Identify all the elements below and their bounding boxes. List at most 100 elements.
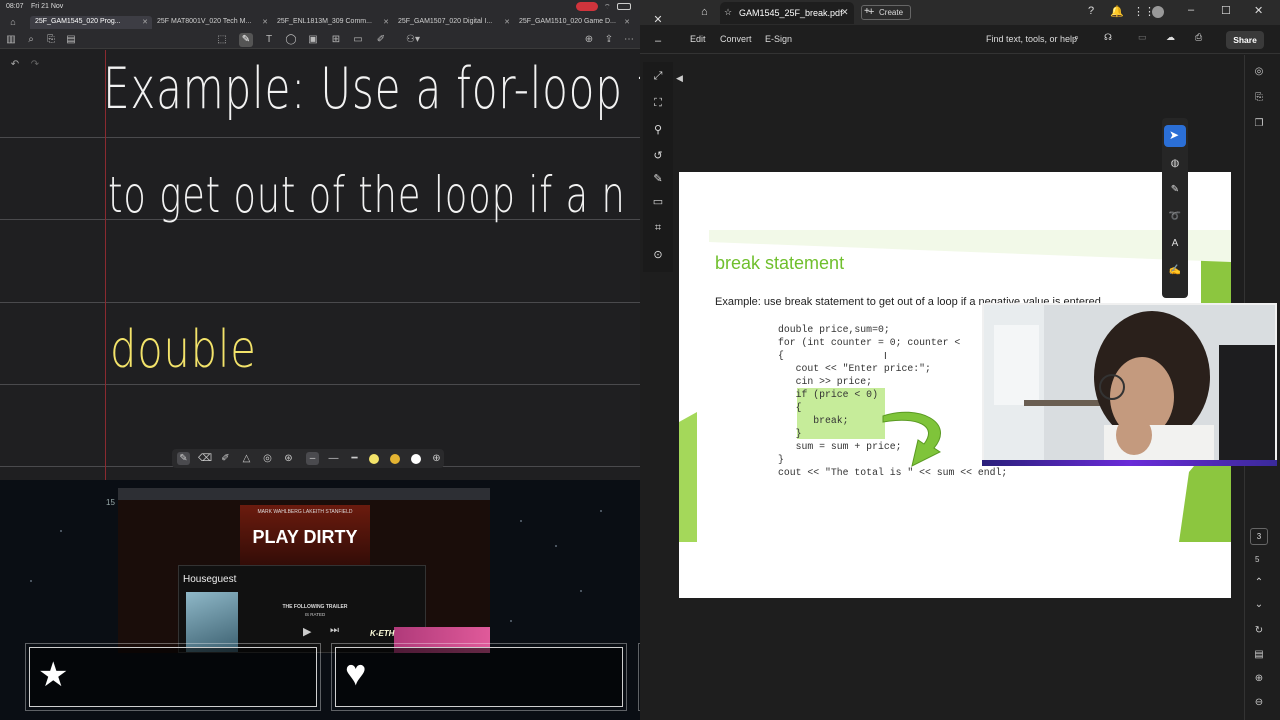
more-icon[interactable]: ⋯	[622, 33, 636, 47]
comment-icon[interactable]: ▭	[351, 33, 365, 47]
text-tool-icon[interactable]: T	[262, 33, 276, 47]
color-swatch-amber[interactable]	[390, 454, 400, 464]
bookmark-icon[interactable]: ⎘	[44, 33, 58, 47]
undo-icon[interactable]: ↶	[8, 58, 22, 72]
comment-icon[interactable]: ◍	[1168, 157, 1182, 171]
close-icon[interactable]: ✕	[383, 18, 389, 26]
next-icon[interactable]: ⏭	[330, 625, 344, 637]
zoom-fit-icon[interactable]: ⛶	[651, 96, 665, 110]
tab-gam1545[interactable]: 25F_GAM1545_020 Prog... ✕	[30, 16, 152, 29]
highlighter-icon[interactable]: ✐	[219, 452, 232, 465]
zoom-out-icon[interactable]: ⊖	[1252, 696, 1266, 710]
export-icon[interactable]: ⇪	[602, 33, 616, 47]
menu-esign[interactable]: E-Sign	[765, 34, 792, 44]
ai-assistant-icon[interactable]: ◎	[1252, 65, 1266, 79]
star-particle	[580, 590, 582, 592]
trailer-rating: IS RATED	[304, 612, 326, 617]
play-icon[interactable]: ▶	[303, 625, 317, 638]
mic-icon[interactable]: ⚇▾	[402, 33, 424, 47]
star-outline-icon[interactable]: ☆	[724, 7, 732, 18]
share-icon[interactable]: ▤	[64, 33, 78, 47]
tab-gam1510[interactable]: 25F_GAM1510_020 Game D... ✕	[514, 16, 634, 29]
home-icon[interactable]: ⌂	[6, 15, 20, 29]
minus-icon[interactable]: –	[651, 34, 665, 48]
annotate-icon[interactable]: ✎	[651, 172, 665, 186]
share-button[interactable]: Share	[1226, 31, 1264, 49]
shape-pen-icon[interactable]: △	[240, 452, 253, 465]
crop-box-icon[interactable]: ▭	[651, 195, 665, 209]
menu-edit[interactable]: Edit	[690, 34, 706, 44]
shapes-icon[interactable]: ◯	[284, 33, 298, 47]
star-particle	[510, 620, 512, 622]
close-icon[interactable]: ✕	[504, 18, 510, 26]
select-tool-button[interactable]: ➤	[1164, 125, 1186, 147]
tab-enl1813[interactable]: 25F_ENL1813M_309 Comm... ✕	[272, 16, 393, 29]
lasso-icon[interactable]: ⬚	[215, 33, 229, 47]
document-tab[interactable]: ☆ GAM1545_25F_break.pdf ✕	[720, 2, 854, 24]
close-tab-icon[interactable]: ✕	[841, 7, 849, 18]
thin-stroke-icon[interactable]: –	[306, 452, 319, 465]
color-swatch-white[interactable]	[411, 454, 421, 464]
print-icon[interactable]: ⎙	[1195, 32, 1202, 43]
minimize-icon[interactable]: –	[1188, 4, 1194, 16]
text-box-icon[interactable]: A	[1168, 237, 1182, 251]
elements-icon[interactable]: ⊞	[329, 33, 343, 47]
pen-icon[interactable]: ✎	[177, 452, 190, 465]
collapse-arrow-icon[interactable]: ◀	[676, 73, 683, 84]
create-button[interactable]: + Create	[861, 5, 911, 20]
image-icon[interactable]: ▣	[306, 33, 320, 47]
page-view-icon[interactable]: ▤	[1252, 648, 1266, 662]
color-swatch-yellow[interactable]	[369, 454, 379, 464]
maximize-icon[interactable]: ☐	[1221, 4, 1231, 17]
close-icon[interactable]: ✕	[142, 18, 148, 26]
pen-tool-icon[interactable]: ✎	[239, 33, 253, 47]
home-icon[interactable]: ⌂	[701, 6, 708, 18]
create-label: Create	[879, 8, 904, 17]
add-page-icon[interactable]: ⊕	[582, 33, 596, 47]
cursor-icon: ➤	[1169, 128, 1180, 142]
bell-icon[interactable]: 🔔	[1110, 5, 1124, 18]
close-icon[interactable]: ✕	[651, 13, 665, 27]
highlight-icon[interactable]: ✎	[1168, 183, 1182, 197]
crop-icon[interactable]: ⌗	[651, 221, 665, 235]
text-cursor-icon: I	[884, 351, 887, 362]
search-icon[interactable]: ⌕	[24, 33, 38, 47]
menu-convert[interactable]: Convert	[720, 34, 752, 44]
find-tools[interactable]: Find text, tools, or help	[986, 34, 1077, 44]
avatar[interactable]	[1152, 6, 1164, 18]
pin-icon[interactable]: ⚲	[651, 123, 665, 137]
close-icon[interactable]: ✕	[262, 18, 268, 26]
next-page-icon[interactable]: ⌄	[1252, 598, 1266, 612]
save-icon[interactable]: ▭	[1138, 32, 1147, 43]
tab-label: 25F_GAM1510_020 Game D...	[519, 18, 616, 25]
zoom-in-icon[interactable]: ⊕	[1252, 672, 1266, 686]
add-color-icon[interactable]: ⊕	[430, 452, 443, 465]
sign-icon[interactable]: ✍	[1168, 264, 1182, 278]
lasso-pen-icon[interactable]: ◎	[261, 452, 274, 465]
laser-icon[interactable]: ✐	[374, 33, 388, 47]
movie-detail-title: Houseguest	[183, 574, 237, 585]
more-tools-icon[interactable]: ⊙	[651, 248, 665, 262]
close-window-icon[interactable]: ✕	[1254, 4, 1263, 17]
medium-stroke-icon[interactable]: —	[327, 452, 340, 465]
headphones-icon[interactable]: ☊	[1104, 32, 1112, 43]
redo-icon[interactable]: ↷	[28, 58, 42, 72]
element-pen-icon[interactable]: ⊛	[282, 452, 295, 465]
rotate-icon[interactable]: ↺	[651, 149, 665, 163]
search-icon[interactable]: ⌕	[1074, 32, 1079, 43]
tab-mat8001[interactable]: 25F MAT8001V_020 Tech M... ✕	[152, 16, 272, 29]
refresh-icon[interactable]: ↻	[1252, 624, 1266, 638]
prev-page-icon[interactable]: ⌃	[1252, 576, 1266, 590]
tab-gam1507[interactable]: 25F_GAM1507_020 Digital I... ✕	[393, 16, 514, 29]
fit-page-icon[interactable]: ⤢	[651, 69, 665, 83]
draw-icon[interactable]: ➰	[1168, 210, 1182, 224]
current-page-field[interactable]: 3	[1250, 528, 1268, 545]
help-icon[interactable]: ?	[1088, 5, 1094, 17]
eraser-icon[interactable]: ⌫	[198, 452, 212, 465]
close-icon[interactable]: ✕	[624, 18, 630, 26]
pages-icon[interactable]: ❐	[1252, 117, 1266, 131]
sidebar-icon[interactable]: ▥	[4, 33, 18, 47]
upload-icon[interactable]: ☁	[1166, 32, 1175, 43]
bookmarks-icon[interactable]: ⎘	[1252, 91, 1266, 105]
thick-stroke-icon[interactable]: ━	[348, 452, 361, 465]
